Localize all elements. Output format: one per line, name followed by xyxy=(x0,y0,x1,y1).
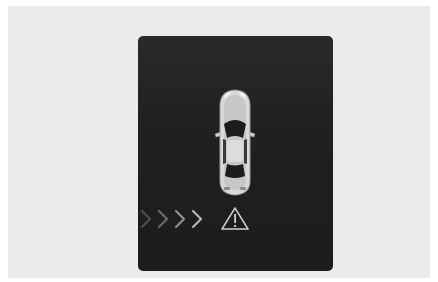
cluster-display-panel xyxy=(138,36,333,271)
approach-chevrons xyxy=(140,209,203,229)
car-top-view-icon xyxy=(214,89,256,196)
chevron-right-icon xyxy=(157,209,169,229)
warning-triangle-icon xyxy=(221,207,249,230)
chevron-right-icon xyxy=(140,209,152,229)
display-graphics xyxy=(140,89,256,230)
chevron-right-icon xyxy=(174,209,186,229)
chevron-right-icon xyxy=(191,209,203,229)
image-background xyxy=(8,6,430,278)
